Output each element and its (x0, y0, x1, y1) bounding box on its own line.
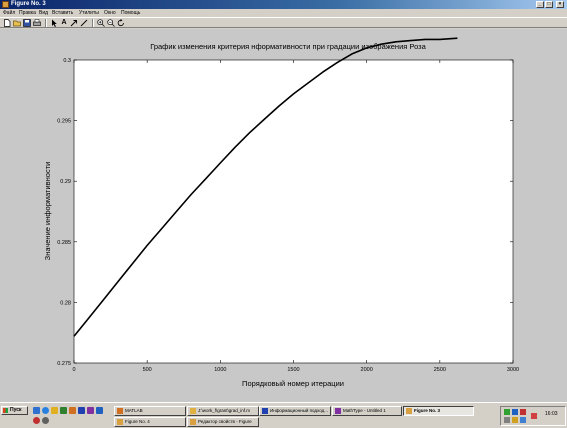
language-icon[interactable] (512, 409, 518, 415)
taskbar-button[interactable]: Информационный подход... (259, 406, 331, 416)
zoom-in-icon[interactable] (97, 19, 105, 27)
email-icon[interactable] (96, 407, 103, 414)
rotate-icon[interactable] (117, 19, 125, 27)
network-icon[interactable] (504, 409, 510, 415)
explorer-icon[interactable] (51, 407, 58, 414)
print-icon[interactable] (33, 19, 41, 27)
clock: 16:03 (545, 411, 558, 417)
y-tick-label: 0.275 (57, 361, 71, 367)
menu-bar: Файл Правка Вид Вставить Утилиты Окно По… (0, 9, 567, 17)
editor-icon (190, 408, 196, 414)
x-axis-label: Порядковый номер итерации (242, 379, 344, 388)
figure-window-icon (2, 1, 9, 8)
menu-window[interactable]: Окно (104, 9, 116, 17)
property-editor-icon (190, 419, 196, 425)
display-icon[interactable] (520, 417, 526, 423)
x-tick-label: 1500 (287, 367, 299, 373)
save-icon[interactable] (23, 19, 31, 27)
toolbar: A (0, 17, 567, 28)
y-tick-label: 0.295 (57, 119, 71, 125)
taskbar-button-label: MathType - Untitled 1 (343, 408, 386, 413)
taskbar-button[interactable]: Редактор свойств - Figure (187, 417, 259, 427)
taskbar-button[interactable]: Figure No. 3 (403, 406, 474, 416)
line-icon[interactable] (80, 19, 88, 27)
x-tick-label: 2500 (434, 367, 446, 373)
pointer-icon[interactable] (50, 19, 58, 27)
figure-icon (406, 408, 412, 414)
close-button[interactable]: × (556, 1, 564, 8)
taskbar-button-label: Информационный подход... (270, 408, 329, 413)
desktop-icon[interactable] (33, 407, 40, 414)
taskbar-button-label: Figure No. 3 (414, 408, 441, 413)
system-tray: 16:03 (500, 406, 566, 426)
x-tick-label: 1000 (214, 367, 226, 373)
window-title: Figure No. 3 (11, 1, 46, 7)
taskbar-button-label: Figure No. 4 (125, 419, 150, 424)
windows-logo-icon (3, 408, 8, 413)
start-button[interactable]: Пуск (1, 406, 28, 415)
taskbar-button[interactable]: Figure No. 4 (114, 417, 186, 427)
x-tick-label: 0 (72, 367, 75, 373)
antivirus-icon[interactable] (520, 409, 526, 415)
volume-icon[interactable] (504, 417, 510, 423)
taskbar-button-label: Редактор свойств - Figure (198, 419, 252, 424)
figure-icon (117, 419, 123, 425)
toolbar-separator (45, 19, 47, 27)
taskbar-button[interactable]: MathType - Untitled 1 (332, 406, 402, 416)
mathtype-quicklaunch-icon[interactable] (87, 407, 94, 414)
printer-tray-icon[interactable] (512, 417, 518, 423)
start-label: Пуск (10, 407, 22, 413)
excel-icon[interactable] (60, 407, 67, 414)
toolbar-separator (92, 19, 94, 27)
document-icon (262, 408, 268, 414)
y-tick-label: 0.28 (60, 300, 71, 306)
taskbar-button-label: MATLAB (125, 408, 143, 413)
menu-insert[interactable]: Вставить (52, 9, 73, 17)
figure-canvas[interactable]: График изменения критерия нформативности… (0, 29, 567, 402)
y-tick-label: 0.3 (63, 58, 71, 64)
window-title-bar[interactable]: Figure No. 3 _ □ × (0, 0, 567, 9)
menu-help[interactable]: Помощь (121, 9, 140, 17)
x-tick-label: 3000 (507, 367, 519, 373)
taskbar-button-label: J:\work_f\grant\grad_inf.m (198, 408, 251, 413)
menu-view[interactable]: Вид (39, 9, 48, 17)
minimize-button[interactable]: _ (536, 1, 544, 8)
y-axis-label: Значение информативности (43, 162, 52, 261)
x-tick-label: 500 (143, 367, 152, 373)
matlab-icon (117, 408, 123, 414)
x-tick-label: 2000 (361, 367, 373, 373)
zoom-out-icon[interactable] (107, 19, 115, 27)
open-folder-icon[interactable] (13, 19, 21, 27)
menu-edit[interactable]: Правка (19, 9, 36, 17)
arrow-icon[interactable] (70, 19, 78, 27)
settings-icon[interactable] (42, 417, 49, 424)
taskbar-button[interactable]: MATLAB (114, 406, 186, 416)
maximize-button[interactable]: □ (545, 1, 553, 8)
text-icon[interactable]: A (60, 19, 68, 27)
y-tick-label: 0.29 (60, 179, 71, 185)
taskbar-button[interactable]: J:\work_f\grant\grad_inf.m (187, 406, 259, 416)
plot-area (73, 59, 514, 364)
mathtype-icon (335, 408, 341, 414)
line-chart: График изменения критерия нформативности… (43, 37, 519, 388)
matlab-quicklaunch-icon[interactable] (69, 407, 76, 414)
new-file-icon[interactable] (3, 19, 11, 27)
word-icon[interactable] (78, 407, 85, 414)
taskbar: Пуск MATLAB J:\work_f\grant\grad_inf.m Инф… (0, 402, 567, 428)
media-player-icon[interactable] (33, 417, 40, 424)
y-tick-label: 0.285 (57, 240, 71, 246)
alert-icon[interactable] (531, 413, 537, 419)
browser-icon[interactable] (42, 407, 49, 414)
menu-file[interactable]: Файл (3, 9, 15, 17)
menu-tools[interactable]: Утилиты (79, 9, 99, 17)
